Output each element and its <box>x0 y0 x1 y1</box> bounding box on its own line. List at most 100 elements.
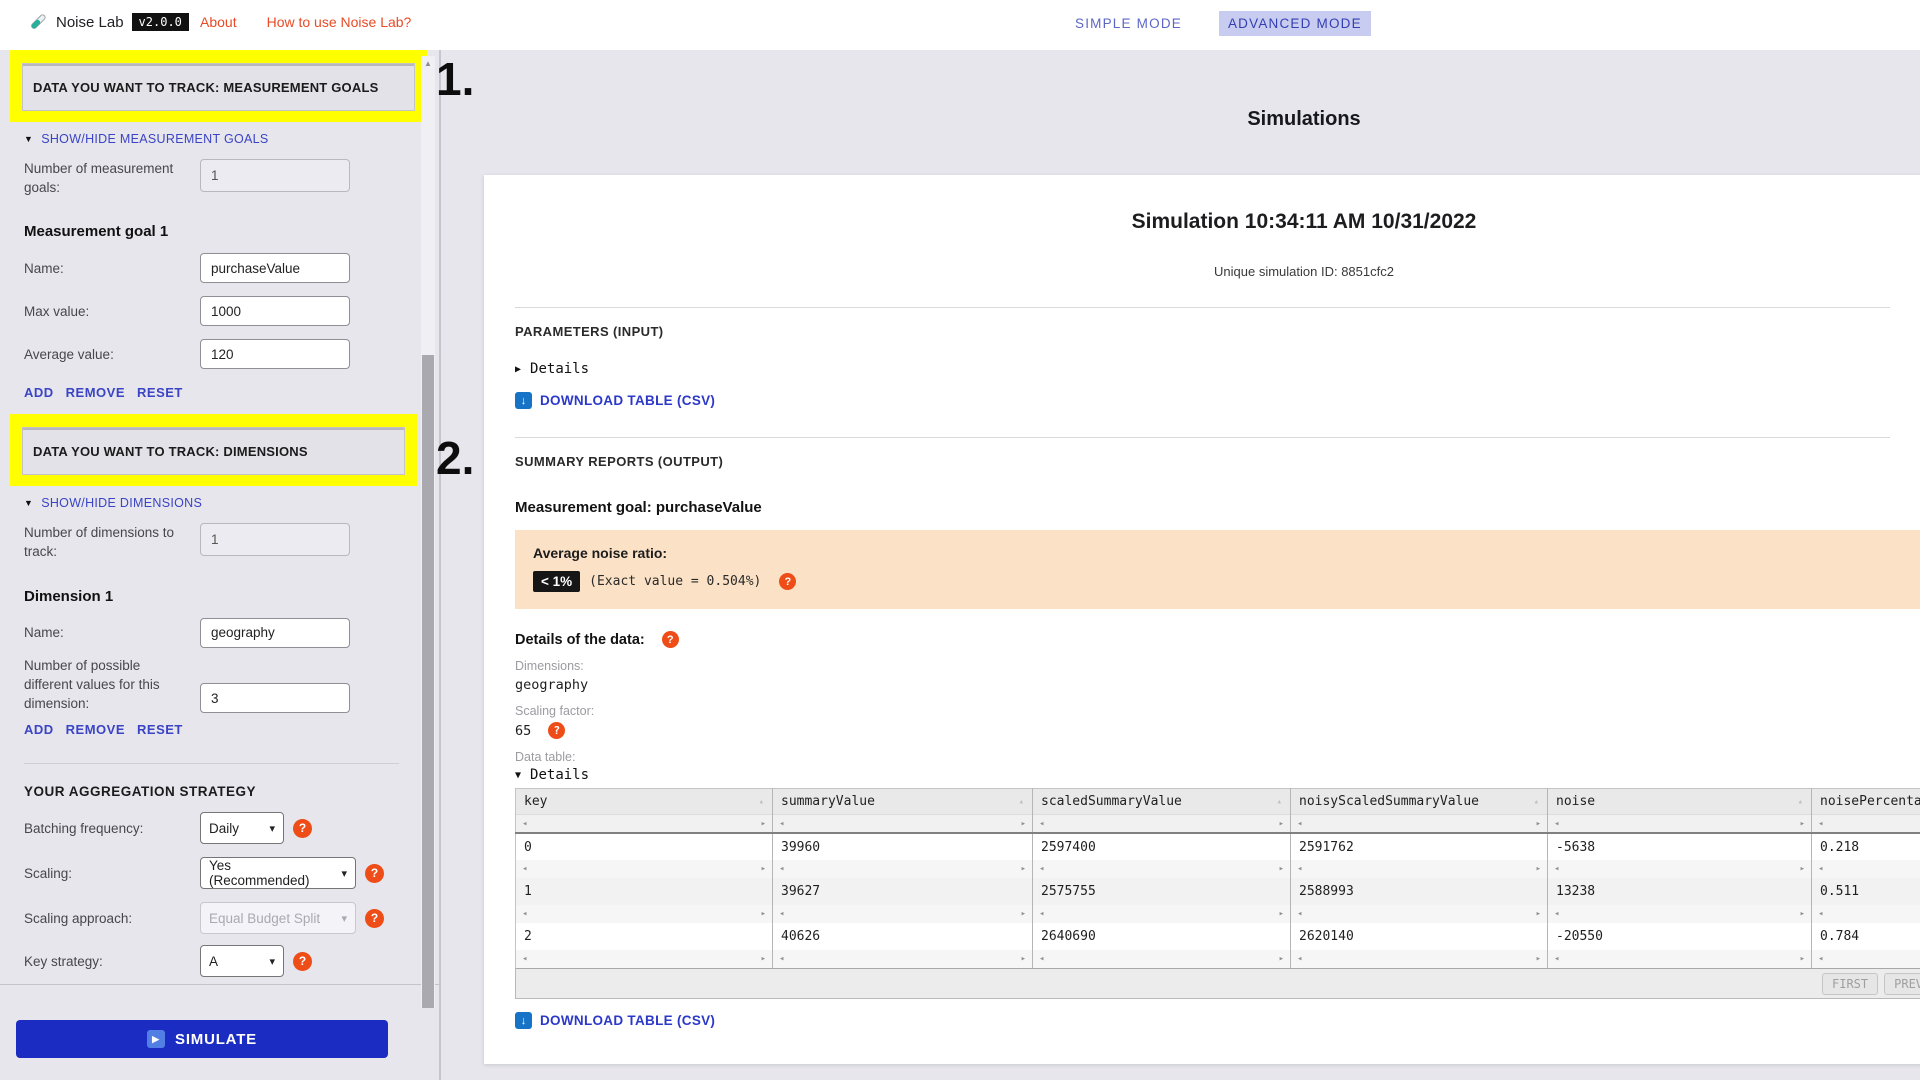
prev-page-button[interactable]: PREV <box>1884 973 1920 995</box>
scroll-right-icon[interactable]: ▸ <box>1800 909 1805 919</box>
table-scroll-strip: ◂▸ ◂▸ ◂▸ ◂▸ ◂▸ ◂▸ <box>515 860 1920 878</box>
goal-average-input[interactable] <box>200 339 350 370</box>
scroll-left-icon[interactable]: ◂ <box>1297 954 1302 964</box>
measurement-goals-count-input[interactable] <box>200 159 350 192</box>
scroll-right-icon[interactable]: ▸ <box>1279 819 1284 829</box>
column-header[interactable]: summaryValue ▴ ◂ ▸ <box>772 788 1033 833</box>
key-strategy-select[interactable]: A ▾ <box>200 945 284 978</box>
batching-frequency-select[interactable]: Daily ▾ <box>200 812 284 845</box>
scroll-right-icon[interactable]: ▸ <box>1279 954 1284 964</box>
table-row: 1 39627 2575755 2588993 13238 0.511 <box>515 878 1920 905</box>
scaling-select[interactable]: Yes (Recommended) ▾ <box>200 857 356 890</box>
scroll-left-icon[interactable]: ◂ <box>1554 819 1559 829</box>
nav-about-link[interactable]: About <box>200 14 237 30</box>
column-header[interactable]: noisePercentage▴ ◂▸ <box>1811 788 1920 833</box>
first-page-button[interactable]: FIRST <box>1822 973 1879 995</box>
scroll-left-icon[interactable]: ◂ <box>1818 864 1823 874</box>
scroll-left-icon[interactable]: ◂ <box>1818 954 1823 964</box>
scroll-left-icon[interactable]: ◂ <box>522 909 527 919</box>
column-header[interactable]: noisyScaledSummaryValue ▴ ◂ ▸ <box>1290 788 1548 833</box>
remove-dimension-button[interactable]: REMOVE <box>66 722 125 737</box>
scroll-left-icon[interactable]: ◂ <box>1039 909 1044 919</box>
add-goal-button[interactable]: ADD <box>24 385 54 400</box>
scroll-right-icon[interactable]: ▸ <box>761 864 766 874</box>
scroll-left-icon[interactable]: ◂ <box>1297 909 1302 919</box>
scroll-right-icon[interactable]: ▸ <box>761 909 766 919</box>
scroll-left-icon[interactable]: ◂ <box>1554 909 1559 919</box>
advanced-mode-button[interactable]: ADVANCED MODE <box>1218 11 1371 36</box>
measurement-goals-count-row: Number of measurement goals: <box>24 159 415 197</box>
scroll-left-icon[interactable]: ◂ <box>1818 909 1823 919</box>
scroll-right-icon[interactable]: ▸ <box>761 819 766 829</box>
help-icon[interactable]: ? <box>293 818 312 838</box>
add-dimension-button[interactable]: ADD <box>24 722 54 737</box>
dimension-heading: Dimension 1 <box>24 587 114 605</box>
download-table-link[interactable]: ↓ DOWNLOAD TABLE (CSV) <box>515 1012 715 1029</box>
scroll-left-icon[interactable]: ◂ <box>1039 819 1044 829</box>
help-icon[interactable]: ? <box>293 951 312 971</box>
scroll-left-icon[interactable]: ◂ <box>1554 864 1559 874</box>
goal-max-row: Max value: <box>24 296 415 327</box>
help-icon[interactable]: ? <box>365 908 384 928</box>
parameters-details-toggle[interactable]: ▶ Details <box>515 361 1920 377</box>
download-parameters-link[interactable]: ↓ DOWNLOAD TABLE (CSV) <box>515 392 715 409</box>
goal-max-input[interactable] <box>200 296 350 327</box>
goal-name-input[interactable] <box>200 253 350 284</box>
scroll-left-icon[interactable]: ◂ <box>1297 864 1302 874</box>
scroll-left-icon[interactable]: ◂ <box>779 864 784 874</box>
scroll-right-icon[interactable]: ▸ <box>1536 909 1541 919</box>
scroll-up-icon[interactable]: ▲ <box>424 59 432 68</box>
toggle-measurement-goals[interactable]: ▼ SHOW/HIDE MEASUREMENT GOALS <box>24 132 439 146</box>
scroll-right-icon[interactable]: ▸ <box>1021 864 1026 874</box>
scroll-left-icon[interactable]: ◂ <box>779 954 784 964</box>
scrollbar-thumb[interactable] <box>422 355 434 1008</box>
caret-down-icon: ▼ <box>24 134 34 144</box>
nav-howto-link[interactable]: How to use Noise Lab? <box>267 14 412 30</box>
scroll-right-icon[interactable]: ▸ <box>1021 954 1026 964</box>
chevron-down-icon: ▾ <box>269 955 275 968</box>
scroll-right-icon[interactable]: ▸ <box>761 954 766 964</box>
scroll-left-icon[interactable]: ◂ <box>522 864 527 874</box>
column-header[interactable]: noise ▴ ◂ ▸ <box>1547 788 1812 833</box>
reset-dimension-button[interactable]: RESET <box>137 722 183 737</box>
scroll-left-icon[interactable]: ◂ <box>779 909 784 919</box>
scroll-right-icon[interactable]: ▸ <box>1536 819 1541 829</box>
help-icon[interactable]: ? <box>548 722 566 739</box>
help-icon[interactable]: ? <box>779 573 797 590</box>
scroll-right-icon[interactable]: ▸ <box>1021 819 1026 829</box>
scroll-right-icon[interactable]: ▸ <box>1279 864 1284 874</box>
scroll-left-icon[interactable]: ◂ <box>1039 954 1044 964</box>
simple-mode-button[interactable]: SIMPLE MODE <box>1066 11 1191 36</box>
remove-goal-button[interactable]: REMOVE <box>66 385 125 400</box>
scroll-left-icon[interactable]: ◂ <box>779 819 784 829</box>
scroll-right-icon[interactable]: ▸ <box>1800 864 1805 874</box>
scroll-left-icon[interactable]: ◂ <box>1818 819 1823 829</box>
scroll-right-icon[interactable]: ▸ <box>1536 864 1541 874</box>
scroll-left-icon[interactable]: ◂ <box>1297 819 1302 829</box>
simulate-button[interactable]: ▶ SIMULATE <box>16 1020 388 1058</box>
scroll-left-icon[interactable]: ◂ <box>1554 954 1559 964</box>
scroll-right-icon[interactable]: ▸ <box>1800 954 1805 964</box>
dimension-name-label: Name: <box>24 625 64 641</box>
scroll-left-icon[interactable]: ◂ <box>522 819 527 829</box>
dimension-name-input[interactable] <box>200 617 350 648</box>
data-table-details-toggle[interactable]: ▼ Details <box>515 767 1920 783</box>
dimensions-label: Dimensions: <box>515 659 584 673</box>
help-icon[interactable]: ? <box>661 631 679 648</box>
column-header[interactable]: scaledSummaryValue ▴ ◂ ▸ <box>1032 788 1291 833</box>
data-table: key ▴ ◂ ▸ summaryValue ▴ ◂ ▸ scaledSummaryVa… <box>515 788 1920 968</box>
scroll-right-icon[interactable]: ▸ <box>1021 909 1026 919</box>
help-icon[interactable]: ? <box>365 863 384 883</box>
reset-goal-button[interactable]: RESET <box>137 385 183 400</box>
scroll-left-icon[interactable]: ◂ <box>522 954 527 964</box>
scroll-right-icon[interactable]: ▸ <box>1800 819 1805 829</box>
dimensions-count-input[interactable] <box>200 523 350 557</box>
sidebar-divider <box>24 763 399 765</box>
scroll-right-icon[interactable]: ▸ <box>1279 909 1284 919</box>
column-header[interactable]: key ▴ ◂ ▸ <box>515 788 773 833</box>
toggle-dimensions[interactable]: ▼ SHOW/HIDE DIMENSIONS <box>24 496 439 510</box>
sidebar-scrollbar[interactable]: ▲ <box>421 56 435 1008</box>
scroll-right-icon[interactable]: ▸ <box>1536 954 1541 964</box>
scroll-left-icon[interactable]: ◂ <box>1039 864 1044 874</box>
dimension-values-input[interactable] <box>200 683 350 714</box>
